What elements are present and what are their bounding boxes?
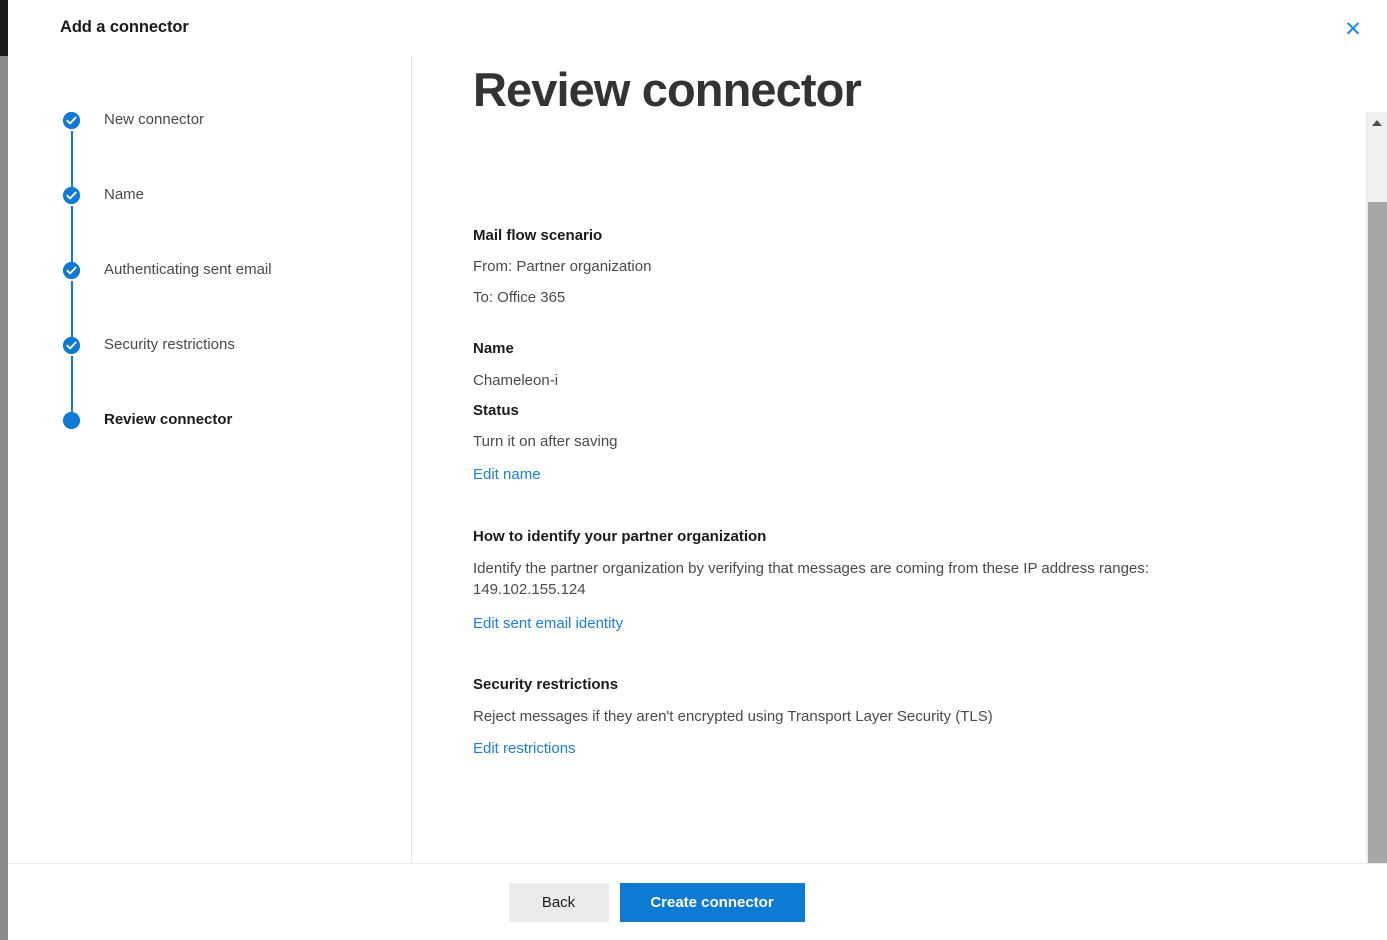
scrollbar-thumb[interactable] <box>1368 202 1387 877</box>
sidebar-item-name[interactable]: Name <box>63 185 393 262</box>
sidebar-item-new-connector[interactable]: New connector <box>63 110 393 187</box>
scroll-up-icon[interactable] <box>1367 112 1387 133</box>
step-marker <box>63 412 80 429</box>
status-heading: Status <box>473 402 519 420</box>
sidebar-item-label: Review connector <box>104 411 233 428</box>
sidebar-item-label: New connector <box>104 111 205 128</box>
footer-actions: Back Create connector <box>8 883 1305 922</box>
edit-sent-email-identity-link[interactable]: Edit sent email identity <box>473 613 623 634</box>
back-button[interactable]: Back <box>508 883 609 922</box>
sidebar-item-security-restrictions[interactable]: Security restrictions <box>63 335 393 412</box>
identify-partner-value: Identify the partner organization by ver… <box>473 560 1149 599</box>
step-connector-line <box>71 206 73 262</box>
sidebar-item-authenticating-sent-email[interactable]: Authenticating sent email <box>63 260 393 337</box>
security-restrictions-value: Reject messages if they aren't encrypted… <box>473 708 993 726</box>
sidebar-item-label: Name <box>104 186 145 203</box>
close-icon[interactable]: ✕ <box>1337 13 1369 45</box>
check-circle-icon <box>63 187 80 204</box>
dialog-body: New connector Name Authenticating sent e… <box>8 56 1387 919</box>
step-connector-line <box>71 356 73 412</box>
security-restrictions-heading: Security restrictions <box>473 676 619 694</box>
step-marker <box>63 337 80 412</box>
sidebar-item-review-connector[interactable]: Review connector <box>63 410 393 430</box>
step-marker <box>63 112 80 187</box>
page-left-edge-gray <box>0 56 8 940</box>
check-circle-icon <box>63 337 80 354</box>
mail-flow-to-value: To: Office 365 <box>473 289 566 307</box>
page-left-edge-dark <box>0 0 8 56</box>
check-circle-icon <box>63 112 80 129</box>
status-value: Turn it on after saving <box>473 433 618 451</box>
sidebar-item-label: Security restrictions <box>104 336 235 353</box>
name-value: Chameleon-i <box>473 372 559 390</box>
step-connector-line <box>71 281 73 337</box>
dialog-footer: Back Create connector <box>8 863 1387 940</box>
name-heading: Name <box>473 340 514 358</box>
step-connector-line <box>71 131 73 187</box>
create-connector-button[interactable]: Create connector <box>619 883 805 922</box>
content-scrollbar[interactable] <box>1366 112 1387 919</box>
mail-flow-scenario-heading: Mail flow scenario <box>473 227 603 245</box>
add-connector-dialog: Add a connector ✕ New connector Name Aut… <box>0 0 1387 940</box>
check-circle-icon <box>63 262 80 279</box>
filled-circle-icon <box>63 412 80 429</box>
sidebar-item-label: Authenticating sent email <box>104 261 272 278</box>
step-marker <box>63 187 80 262</box>
identify-partner-heading: How to identify your partner organizatio… <box>473 528 767 546</box>
step-marker <box>63 262 80 337</box>
edit-name-link[interactable]: Edit name <box>473 464 541 485</box>
dialog-title: Add a connector <box>60 18 189 36</box>
page-title: Review connector <box>473 63 862 116</box>
mail-flow-from-value: From: Partner organization <box>473 258 652 276</box>
wizard-stepper: New connector Name Authenticating sent e… <box>63 110 393 430</box>
review-content: Review connector Mail flow scenario From… <box>473 56 1353 863</box>
dialog-header: Add a connector ✕ <box>8 0 1387 56</box>
sidebar-divider <box>411 56 412 863</box>
edit-restrictions-link[interactable]: Edit restrictions <box>473 738 576 759</box>
